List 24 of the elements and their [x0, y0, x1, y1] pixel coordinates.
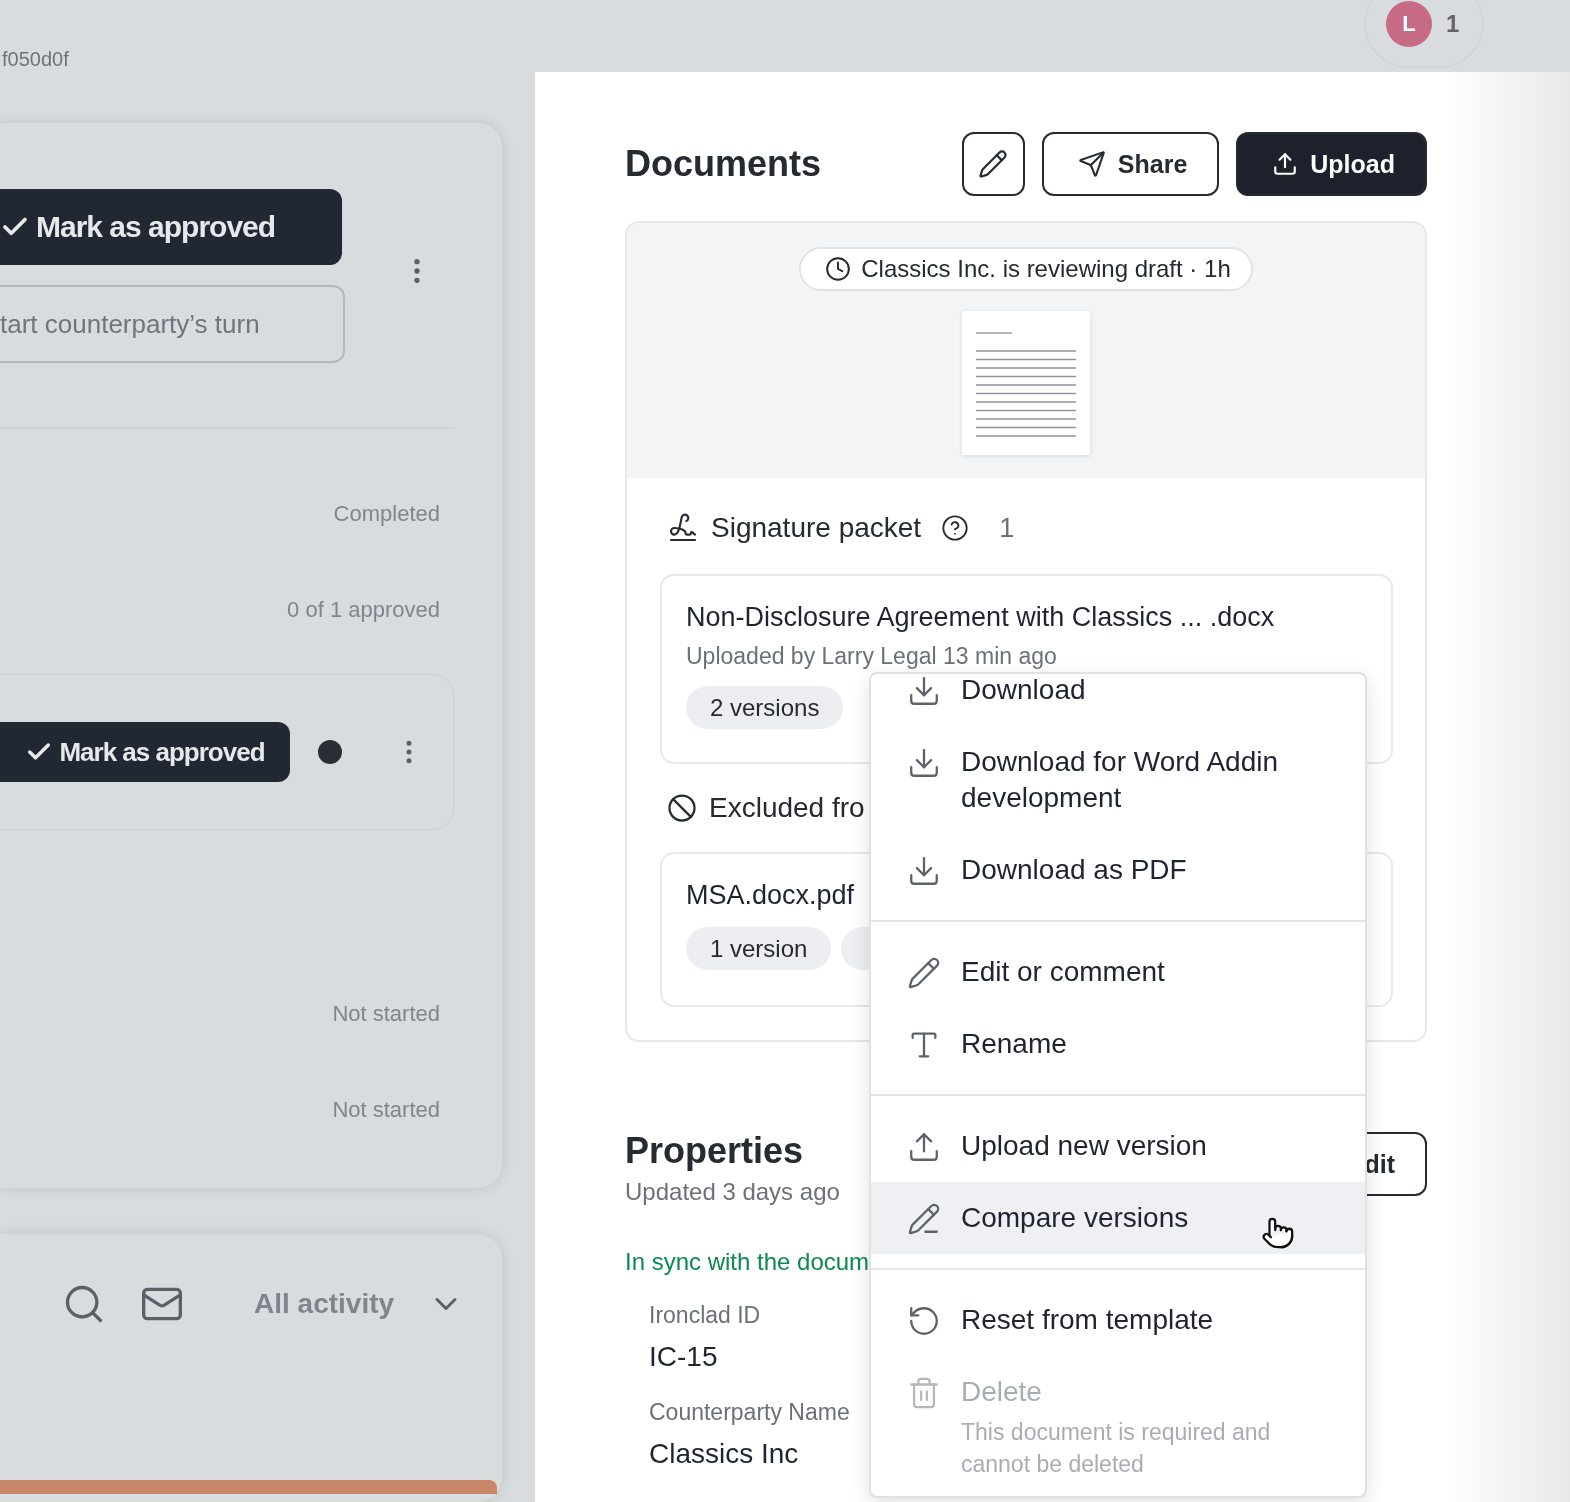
upload-info: Uploaded by Larry Legal 13 min ago [686, 643, 1057, 670]
field-label: Ironclad ID [649, 1302, 761, 1329]
status-text: Completed [333, 501, 440, 528]
status-text: 0 of 1 approved [287, 597, 440, 624]
section-heading: Excluded fro [709, 792, 865, 824]
document-name: MSA.docx.pdf [686, 880, 855, 911]
section-heading: Signature packet [711, 512, 922, 544]
document-name: Non-Disclosure Agreement with Classics ... .docx [686, 602, 1275, 633]
record-id: f050d0f [2, 48, 69, 72]
avatar: L [1386, 1, 1432, 47]
section-title: Properties [625, 1130, 805, 1172]
field-value: Classics Inc [649, 1438, 799, 1470]
version-count: 2 versions [686, 686, 844, 729]
section-title: Documents [625, 143, 822, 185]
review-status: Classics Inc. is reviewing draft · 1h [799, 247, 1253, 291]
sync-status: In sync with the docum [625, 1248, 870, 1276]
field-label: Counterparty Name [649, 1399, 850, 1426]
status-text: Not started [332, 1097, 440, 1124]
status-text: Not started [332, 1001, 440, 1028]
version-count: 1 version [686, 927, 832, 970]
field-value: IC-15 [649, 1341, 718, 1373]
document-count: 1 [999, 512, 1015, 544]
avatar-count: 1 [1446, 10, 1460, 38]
updated-time: Updated 3 days ago [625, 1178, 840, 1206]
